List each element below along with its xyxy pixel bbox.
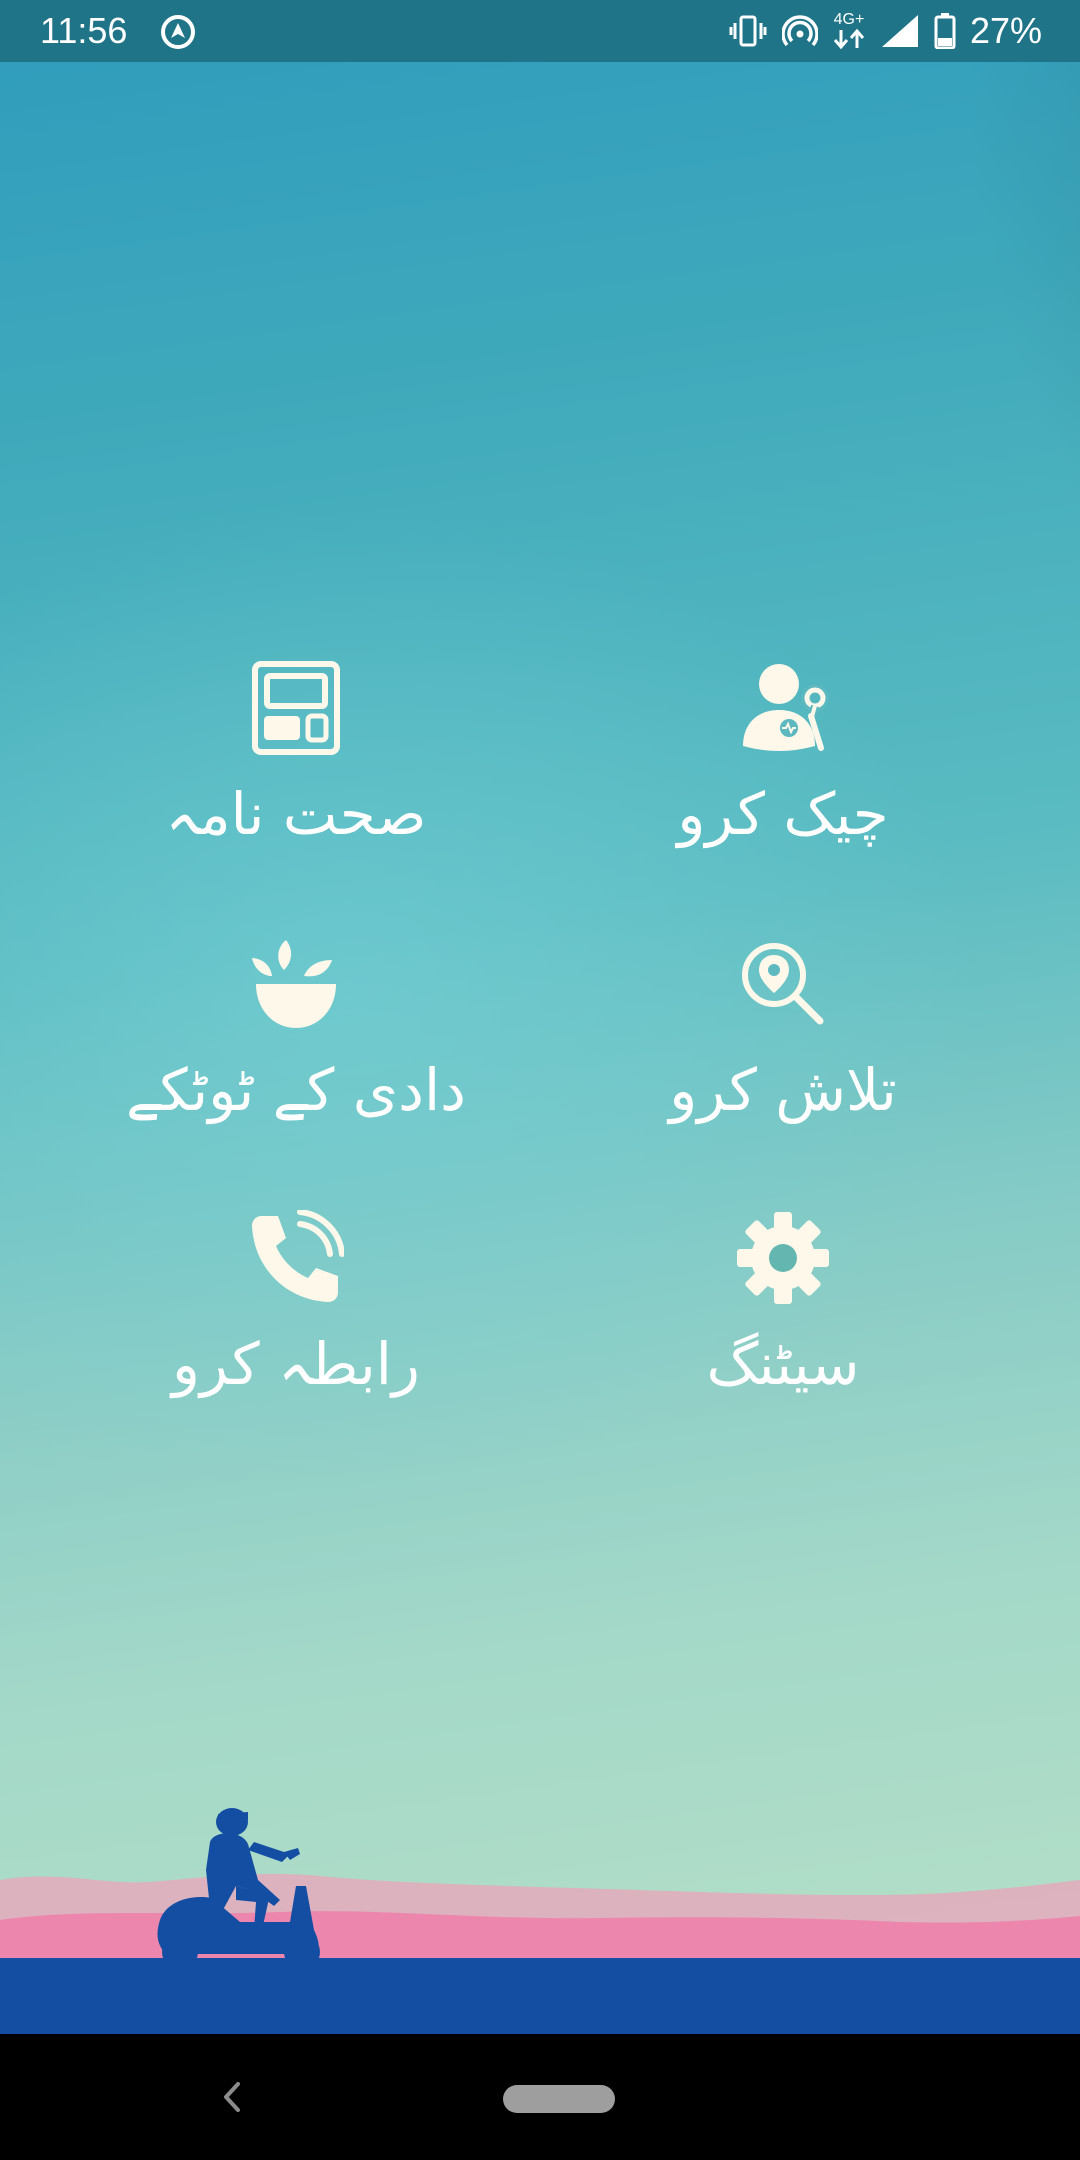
menu-remedies[interactable]: دادی کے ٹوٹکے — [86, 934, 506, 1164]
home-button[interactable] — [503, 2085, 615, 2113]
checkup-label: چیک کرو — [677, 780, 889, 848]
menu-checkup[interactable]: چیک کرو — [573, 658, 993, 888]
menu-search[interactable]: تلاش کرو — [573, 934, 993, 1164]
remedies-label: دادی کے ٹوٹکے — [126, 1056, 466, 1124]
signal-icon — [881, 15, 918, 47]
status-icons: 4G+ 27% — [728, 8, 1042, 54]
doctor-icon — [733, 658, 833, 758]
data-arrows-icon — [833, 28, 865, 50]
vibrate-icon — [729, 15, 767, 47]
location-search-icon — [733, 934, 833, 1034]
gear-icon — [733, 1208, 833, 1308]
phone-icon — [246, 1208, 346, 1308]
settings-label: سیٹنگ — [706, 1330, 860, 1398]
home-screen: 11:56 4G+ 27% صحت نامہ چیک کرو دادی کے ٹ… — [0, 0, 1080, 2034]
contact-label: رابطہ کرو — [172, 1330, 420, 1398]
menu-health-record[interactable]: صحت نامہ — [86, 658, 506, 888]
herbal-bowl-icon — [246, 934, 346, 1034]
location-icon — [161, 15, 195, 49]
back-icon[interactable] — [214, 2074, 250, 2120]
landscape-illustration — [0, 1808, 1080, 2034]
battery-percent: 27% — [969, 10, 1042, 51]
health-record-icon — [246, 658, 346, 758]
health-record-label: صحت نامہ — [165, 780, 427, 848]
battery-icon — [934, 13, 956, 49]
status-time: 11:56 — [40, 10, 128, 51]
hotspot-icon — [781, 15, 818, 47]
menu-contact[interactable]: رابطہ کرو — [86, 1208, 506, 1438]
search-label: تلاش کرو — [669, 1056, 897, 1124]
network-indicator: 4G+ — [832, 12, 866, 50]
status-bar: 11:56 4G+ 27% — [0, 0, 1080, 62]
menu-settings[interactable]: سیٹنگ — [573, 1208, 993, 1438]
network-label: 4G+ — [833, 11, 865, 28]
